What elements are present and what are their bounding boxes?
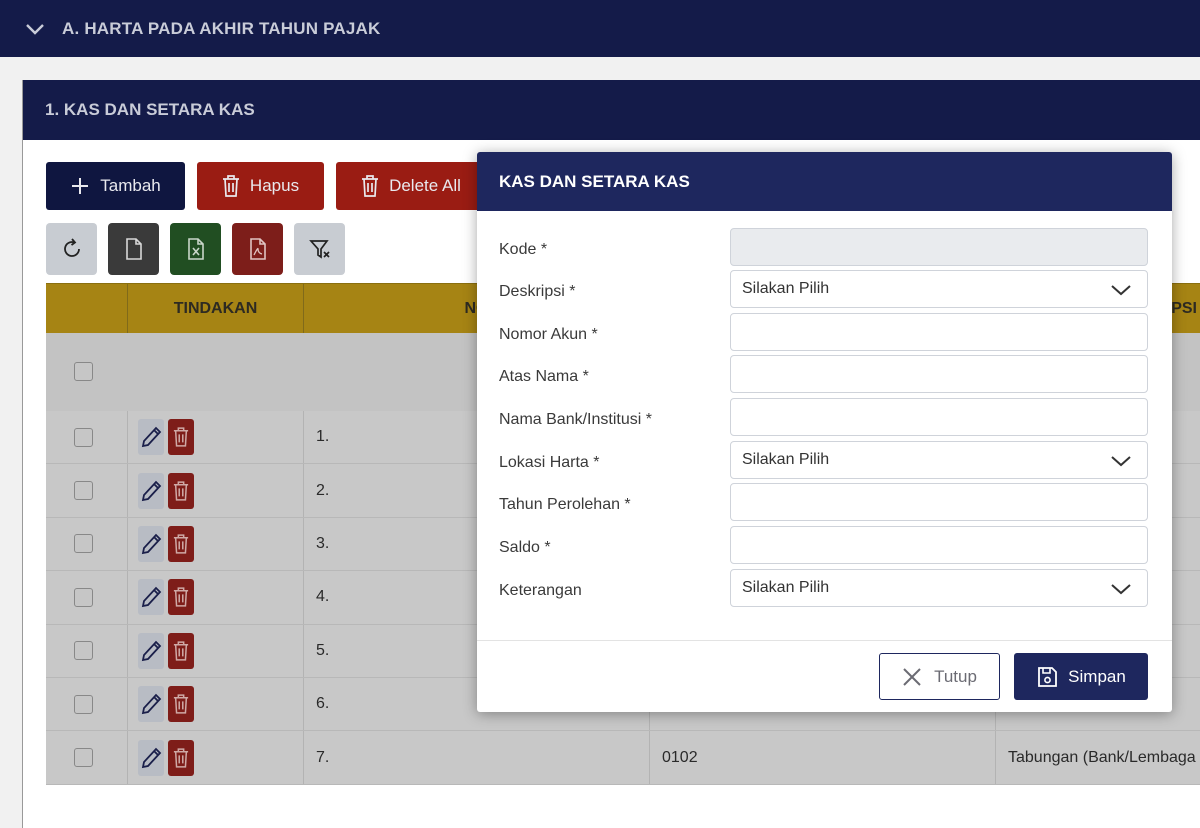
chevron-down-icon — [1111, 584, 1131, 595]
select-value: Silakan Pilih — [742, 280, 830, 297]
modal-header: KAS DAN SETARA KAS — [477, 152, 1172, 211]
select-value: Silakan Pilih — [742, 579, 830, 596]
form-row: Atas Nama * — [477, 355, 1172, 393]
form-row: Deskripsi * Silakan Pilih — [477, 270, 1172, 308]
kode-input[interactable] — [730, 228, 1148, 266]
saldo-input[interactable] — [730, 526, 1148, 564]
form-row: Nama Bank/Institusi * — [477, 398, 1172, 436]
modal-footer: Tutup Simpan — [477, 640, 1172, 712]
form-row: Kode * — [477, 228, 1172, 266]
nama-bank-institusi-label: Nama Bank/Institusi * — [499, 411, 652, 428]
tutup-label: Tutup — [934, 666, 977, 686]
saldo-label: Saldo * — [499, 539, 551, 556]
deskripsi-select[interactable]: Silakan Pilih — [730, 270, 1148, 308]
chevron-down-icon — [1111, 456, 1131, 467]
tutup-button[interactable]: Tutup — [879, 653, 1000, 700]
tahun-perolehan-input[interactable] — [730, 483, 1148, 521]
save-icon — [1038, 666, 1058, 687]
lokasi-harta-select[interactable]: Silakan Pilih — [730, 441, 1148, 479]
simpan-label: Simpan — [1068, 666, 1126, 686]
nama-bank-institusi-input[interactable] — [730, 398, 1148, 436]
keterangan-label: Keterangan — [499, 582, 582, 599]
chevron-down-icon — [1111, 285, 1131, 296]
close-icon — [903, 667, 921, 686]
form-row: Tahun Perolehan * — [477, 483, 1172, 521]
kode-label: Kode * — [499, 241, 548, 258]
atas-nama-label: Atas Nama * — [499, 368, 589, 385]
select-value: Silakan Pilih — [742, 451, 830, 468]
atas-nama-input[interactable] — [730, 355, 1148, 393]
keterangan-select[interactable]: Silakan Pilih — [730, 569, 1148, 607]
simpan-button[interactable]: Simpan — [1014, 653, 1148, 700]
modal-title: KAS DAN SETARA KAS — [499, 171, 690, 191]
nomor-akun-label: Nomor Akun * — [499, 326, 598, 343]
form-row: Nomor Akun * — [477, 313, 1172, 351]
kas-modal: KAS DAN SETARA KAS Kode * Deskripsi * Sila… — [477, 152, 1172, 712]
form-row: Lokasi Harta * Silakan Pilih — [477, 441, 1172, 479]
lokasi-harta-label: Lokasi Harta * — [499, 454, 600, 471]
form-row: Saldo * — [477, 526, 1172, 564]
nomor-akun-input[interactable] — [730, 313, 1148, 351]
deskripsi-label: Deskripsi * — [499, 283, 576, 300]
tahun-perolehan-label: Tahun Perolehan * — [499, 496, 631, 513]
form-row: Keterangan Silakan Pilih — [477, 569, 1172, 607]
